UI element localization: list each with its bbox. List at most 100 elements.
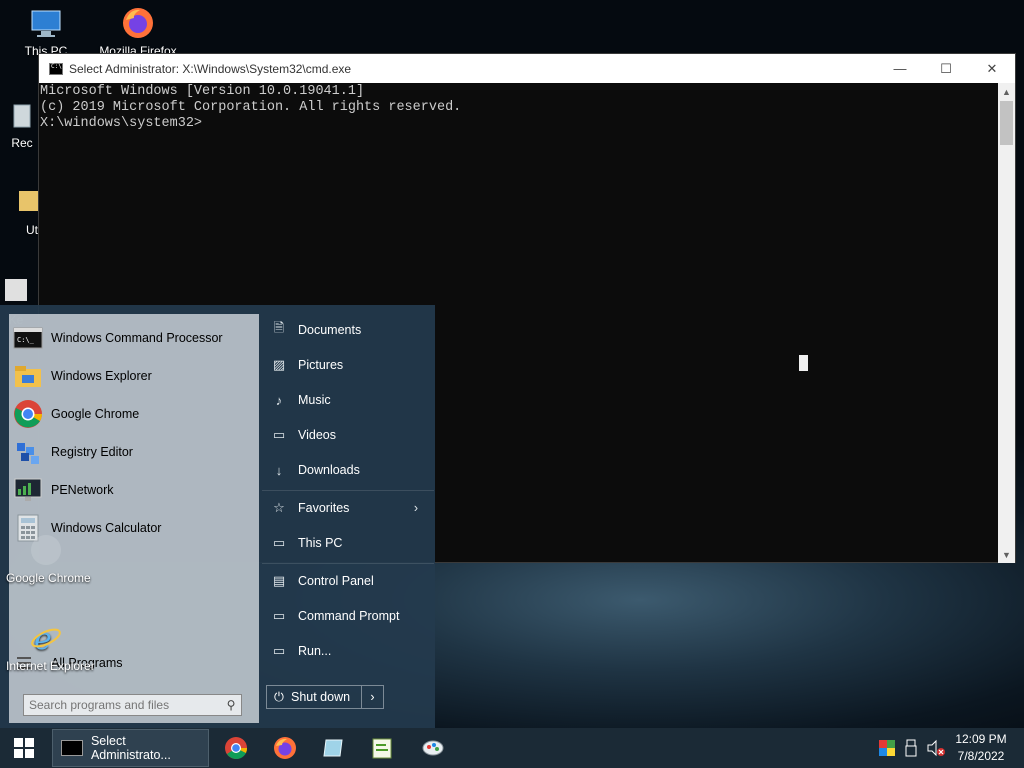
shutdown-button[interactable]: ⏻ Shut down › xyxy=(266,685,384,709)
maximize-button[interactable]: ☐ xyxy=(923,54,969,83)
network-icon xyxy=(14,478,42,501)
firefox-icon xyxy=(123,8,153,38)
place-label: Downloads xyxy=(298,463,360,477)
place-downloads[interactable]: ↓ Downloads xyxy=(270,455,430,485)
keyboard-icon xyxy=(5,279,27,301)
cmd-window-title: Select Administrator: X:\Windows\System3… xyxy=(69,61,352,76)
taskbar: Select Administrato... 12:09 PM 7/8/2022 xyxy=(0,728,1024,768)
place-label: Pictures xyxy=(298,358,344,372)
minimize-button[interactable]: — xyxy=(877,54,923,83)
system-tray xyxy=(878,728,946,768)
download-icon: ↓ xyxy=(275,462,283,478)
cmd-window-icon xyxy=(49,62,63,75)
shutdown-options-button[interactable]: › xyxy=(361,686,383,708)
cmd-titlebar[interactable]: Select Administrator: X:\Windows\System3… xyxy=(39,54,1015,83)
recycle-bin-icon xyxy=(13,104,31,128)
program-label: Google Chrome xyxy=(51,407,140,421)
start-search-box[interactable]: ⚲ xyxy=(23,694,242,716)
star-icon: ☆ xyxy=(273,500,285,515)
chrome-icon[interactable] xyxy=(224,736,248,760)
paint-icon[interactable] xyxy=(421,736,445,760)
chevron-right-icon: › xyxy=(413,501,418,515)
place-label: Control Panel xyxy=(298,574,374,588)
internet-explorer-icon: e xyxy=(31,622,61,655)
desktop-icon-chrome[interactable]: Google Chrome xyxy=(6,533,91,585)
place-pictures[interactable]: ▨ Pictures xyxy=(270,350,430,380)
program-label: Windows Explorer xyxy=(51,369,152,383)
cmd-icon xyxy=(61,740,83,756)
this-pc-icon xyxy=(31,10,61,37)
desktop-icon-ie[interactable]: e Internet Explorer xyxy=(6,621,95,673)
registry-icon xyxy=(17,443,39,464)
console-line: Microsoft Windows [Version 10.0.19041.1] xyxy=(40,84,365,99)
svg-text:e: e xyxy=(34,622,52,655)
place-label: This PC xyxy=(298,536,343,550)
program-cmd[interactable]: C:\_ Windows Command Processor xyxy=(9,320,259,356)
start-menu: C:\_ Windows Command Processor Windows E… xyxy=(0,305,435,728)
place-command-prompt[interactable]: ▭ Command Prompt xyxy=(270,601,430,631)
program-label: Registry Editor xyxy=(51,445,133,459)
svg-text:C:\_: C:\_ xyxy=(17,336,35,344)
notepad-icon[interactable] xyxy=(370,736,394,760)
taskbar-clock[interactable]: 12:09 PM 7/8/2022 xyxy=(950,731,1012,765)
program-explorer[interactable]: Windows Explorer xyxy=(9,358,259,394)
program-penetwork[interactable]: PENetwork xyxy=(9,472,259,508)
place-music[interactable]: ♪ Music xyxy=(270,385,430,415)
monitor-icon: ▭ xyxy=(272,535,286,550)
place-control-panel[interactable]: ▤ Control Panel xyxy=(270,566,430,596)
program-chrome[interactable]: Google Chrome xyxy=(9,396,259,432)
cmd-icon: C:\_ xyxy=(13,327,43,349)
scroll-down-icon[interactable]: ▼ xyxy=(998,546,1015,563)
taskbar-item-cmd[interactable]: Select Administrato... xyxy=(52,729,209,767)
program-label: Windows Command Processor xyxy=(51,331,223,345)
scrollbar-thumb[interactable] xyxy=(1000,101,1013,145)
video-icon: ▭ xyxy=(272,427,286,442)
chrome-icon xyxy=(14,400,42,428)
taskbar-item-label: Select Administrato... xyxy=(90,734,171,762)
program-registry[interactable]: Registry Editor xyxy=(9,434,259,470)
start-button[interactable] xyxy=(0,728,48,768)
place-label: Videos xyxy=(298,428,336,442)
place-label: Favorites xyxy=(298,501,350,515)
place-label: Documents xyxy=(298,323,362,337)
cmd-icon: ▭ xyxy=(272,608,286,623)
search-input[interactable] xyxy=(29,698,221,712)
chrome-icon xyxy=(31,535,61,565)
console-line: (c) 2019 Microsoft Corporation. All righ… xyxy=(40,100,462,115)
firefox-icon[interactable] xyxy=(273,736,297,760)
place-label: Music xyxy=(298,393,331,407)
search-icon[interactable]: ⚲ xyxy=(221,698,241,712)
divider xyxy=(262,563,434,564)
divider xyxy=(262,490,434,491)
vertical-scrollbar[interactable]: ▲ ▼ xyxy=(998,83,1015,563)
desktop-icon-firefox[interactable]: Mozilla Firefox xyxy=(98,6,178,58)
clock-date: 7/8/2022 xyxy=(957,749,1005,763)
clock-time: 12:09 PM xyxy=(955,732,1007,746)
place-favorites[interactable]: ☆ Favorites › xyxy=(270,493,430,523)
document-icon: 🗎 xyxy=(273,320,285,335)
place-documents[interactable]: 🗎 Documents xyxy=(270,315,430,345)
run-icon: ▭ xyxy=(272,643,286,658)
picture-icon: ▨ xyxy=(272,357,286,372)
program-label: PENetwork xyxy=(51,483,114,497)
app-icon[interactable] xyxy=(321,736,345,760)
color-app-icon[interactable] xyxy=(878,739,896,757)
music-icon: ♪ xyxy=(275,392,283,408)
place-label: Command Prompt xyxy=(298,609,400,623)
explorer-icon xyxy=(15,366,41,387)
place-run[interactable]: ▭ Run... xyxy=(270,636,430,666)
place-label: Run... xyxy=(298,644,332,658)
place-this-pc[interactable]: ▭ This PC xyxy=(270,528,430,558)
windows-logo-icon xyxy=(14,738,34,758)
place-videos[interactable]: ▭ Videos xyxy=(270,420,430,450)
usb-icon[interactable] xyxy=(904,739,918,757)
volume-muted-icon[interactable] xyxy=(926,739,946,757)
text-cursor xyxy=(799,355,808,371)
desktop-icon-this-pc[interactable]: This PC xyxy=(6,6,86,58)
shutdown-label: Shut down xyxy=(291,690,351,704)
close-button[interactable]: ✕ xyxy=(969,54,1015,83)
power-icon: ⏻ xyxy=(274,689,284,704)
console-prompt: X:\windows\system32> xyxy=(40,116,203,131)
scroll-up-icon[interactable]: ▲ xyxy=(998,83,1015,100)
control-panel-icon: ▤ xyxy=(272,573,286,588)
